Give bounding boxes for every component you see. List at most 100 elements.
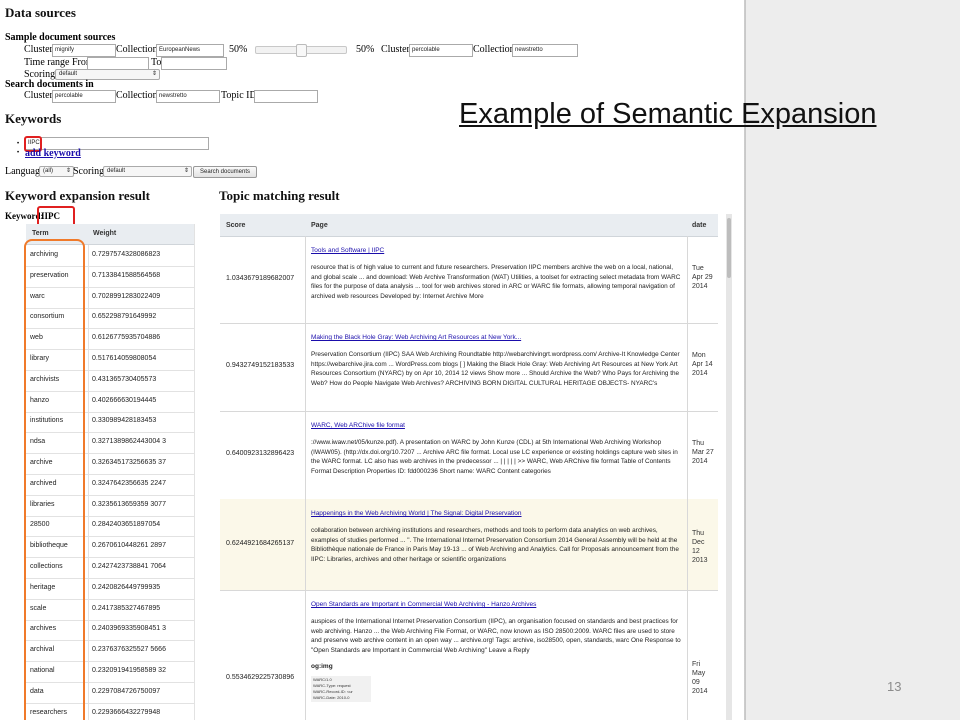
result-snippet: auspices of the International Internet P… [311, 618, 681, 654]
term-col-divider [88, 453, 89, 474]
topic-row: 0.5534629225730896 Open Standards are Imp… [220, 590, 718, 720]
topic-col-divider [305, 236, 306, 323]
weight-cell: 0.326345173256635 37 [92, 459, 166, 466]
search-collection-input[interactable]: newstretto [156, 90, 220, 103]
scoring-select-2[interactable]: default ⇕ [103, 166, 192, 177]
term-table-border [194, 224, 195, 720]
page-cell: Making the Black Hole Gray: Web Archivin… [311, 334, 681, 388]
term-col-divider [88, 328, 89, 350]
page-cell: WARC, Web ARChive file format ://www.iwaw… [311, 422, 681, 476]
result-title-link[interactable]: Open Standards are Important in Commerci… [311, 601, 681, 608]
date-cell: Fri May 09 2014 [692, 661, 708, 695]
term-col-divider [88, 286, 89, 308]
weight-cell: 0.2420826449799935 [92, 583, 161, 591]
time-to-input[interactable] [161, 57, 227, 70]
slider-left-percent: 50% [229, 44, 248, 55]
term-col-divider [88, 494, 89, 516]
result-snippet: Preservation Consortium (IIPC) SAA Web A… [311, 351, 680, 387]
bullet-icon: • [17, 150, 20, 156]
topic-heading: Topic matching result [219, 188, 340, 203]
mix-slider-handle[interactable] [296, 44, 307, 57]
topic-id-input[interactable] [254, 90, 318, 103]
mix-slider-track[interactable] [255, 44, 347, 57]
collection2-label: Collection [473, 44, 515, 55]
scoring-select-value: default [59, 71, 78, 77]
weight-cell: 0.232091941958589 32 [92, 667, 166, 674]
term-col-divider [88, 661, 89, 682]
time-range-label: Time range From [24, 57, 94, 68]
term-col-divider [88, 473, 89, 495]
weight-cell: 0.2403969335908451 3 [92, 625, 166, 633]
cluster-input[interactable]: mignify [52, 44, 116, 57]
topic-scrollbar[interactable] [726, 214, 732, 720]
result-snippet: ://www.iwaw.net/05/kunze.pdf). A present… [311, 439, 678, 475]
result-title-link[interactable]: Tools and Software | IIPC [311, 247, 681, 254]
collection2-input[interactable]: newstretto [512, 44, 578, 57]
col-term-header: Term [32, 230, 49, 237]
result-snippet: resource that is of high value to curren… [311, 264, 681, 300]
term-col-divider [88, 390, 89, 412]
collection-input[interactable]: EuropeanNews [156, 44, 224, 57]
cluster2-input[interactable]: percolable [409, 44, 473, 57]
expansion-heading: Keyword expansion result [5, 188, 150, 203]
weight-cell: 0.7297574328086823 [92, 251, 161, 258]
scrollbar-thumb[interactable] [727, 218, 731, 278]
language-select-value: (all) [43, 168, 53, 174]
col-page-header: Page [311, 222, 328, 229]
result-title-link[interactable]: Making the Black Hole Gray: Web Archivin… [311, 334, 681, 341]
weight-cell: 0.3247642356635 2247 [92, 479, 166, 487]
data-sources-heading: Data sources [5, 5, 76, 20]
topic-col-divider [305, 499, 306, 590]
chevron-down-icon: ⇕ [183, 168, 189, 174]
weight-cell: 0.2842403651897054 [92, 521, 161, 529]
weight-cell: 0.2293666432279948 [92, 708, 161, 716]
term-col-divider [88, 598, 89, 620]
term-col-divider [88, 411, 89, 433]
term-col-divider [88, 369, 89, 391]
warc-preview-box: WARC/1.0 WARC-Type: request WARC-Record-ID… [311, 676, 371, 703]
term-col-divider [88, 265, 89, 287]
term-col-divider [88, 557, 89, 578]
term-col-divider [88, 619, 89, 641]
cluster2-label: Cluster [381, 44, 410, 55]
result-title-link[interactable]: WARC, Web ARChive file format [311, 422, 681, 429]
term-col-divider [88, 245, 89, 266]
language-select[interactable]: (all) ⇕ [39, 166, 74, 177]
search-documents-button[interactable]: Search documents [193, 166, 257, 178]
col-date-header: date [692, 222, 707, 229]
topic-row: 1.0343679189682007 Tools and Software | I… [220, 236, 718, 324]
topic-row: 0.6400923132896423 WARC, Web ARChive file… [220, 411, 718, 500]
search-cluster-input[interactable]: percolable [52, 90, 116, 103]
term-col-divider [88, 349, 89, 370]
add-keyword-link[interactable]: add keyword [25, 148, 81, 159]
search-documents-in-heading: Search documents in [5, 79, 94, 90]
weight-cell: 0.517614059808054 [92, 355, 157, 362]
score-cell: 0.9432749152183533 [226, 362, 295, 369]
topic-row: 0.6244921684265137 Happenings in the Web … [220, 499, 718, 591]
page-cell: Open Standards are Important in Commerci… [311, 601, 681, 703]
topic-col-divider [687, 499, 688, 590]
topic-col-divider [687, 323, 688, 411]
col-score-header: Score [226, 222, 246, 229]
page-cell: Tools and Software | IIPC resource that i… [311, 247, 681, 301]
term-col-divider [88, 515, 89, 537]
term-col-divider [88, 307, 89, 329]
result-title-link[interactable]: Happenings in the Web Archiving World | … [311, 510, 681, 517]
date-cell: Mon Apr 14 2014 [692, 352, 713, 377]
topic-col-divider [687, 590, 688, 720]
collection-label: Collection [116, 44, 158, 55]
score-cell: 0.6400923132896423 [226, 450, 295, 457]
col-weight-header: Weight [93, 230, 117, 237]
weight-cell: 0.2297084726750097 [92, 687, 161, 695]
time-to-label: To [151, 57, 162, 68]
weight-cell: 0.330989428183453 [92, 417, 157, 425]
topic-col-divider [305, 323, 306, 411]
scoring-select-2-value: default [107, 168, 126, 174]
slide-page-number: 13 [887, 679, 902, 694]
weight-cell: 0.2417385327467895 [92, 604, 161, 612]
topic-row: 0.9432749152183533 Making the Black Hole … [220, 323, 718, 412]
scoring-label-2: Scoring [73, 166, 105, 177]
topic-col-divider [305, 590, 306, 720]
weight-cell: 0.652298791649992 [92, 313, 157, 321]
weight-cell: 0.2670610448261 2897 [92, 542, 166, 550]
